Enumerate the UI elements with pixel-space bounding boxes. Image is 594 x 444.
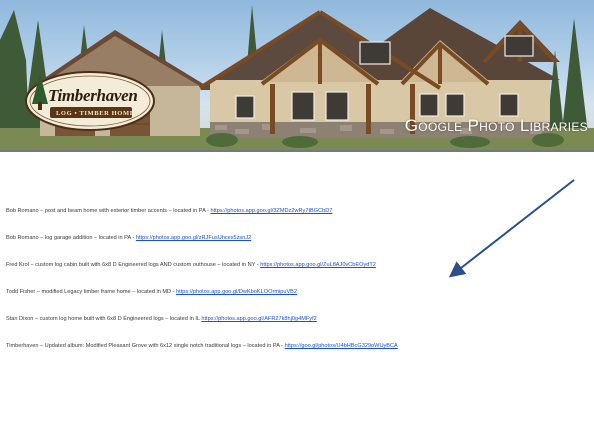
timberhaven-logo: Timberhaven LOG • TIMBER HOMES	[24, 70, 156, 132]
logo-subtitle: LOG • TIMBER HOMES	[56, 110, 139, 117]
list-item: Timberhaven – Updated album: Modified Pl…	[6, 343, 398, 349]
item-description: Stan Dixon – custom log home built with …	[6, 316, 202, 322]
photo-album-link[interactable]: https://photos.app.goo.gl/DwKboKLOOrmipu…	[176, 289, 297, 295]
item-description: Bob Romano – post and beam home with ext…	[6, 208, 211, 214]
list-item: Fred Krol – custom log cabin built with …	[6, 262, 376, 268]
photo-album-link[interactable]: https://goo.gl/photos/U4bHBcG329oWUyBCA	[285, 343, 398, 349]
slide-title: Google Photo Libraries	[404, 116, 588, 135]
photo-album-link[interactable]: https://photos.app.goo.gl/zRJFusUhcex5zs…	[136, 235, 251, 241]
list-item: Bob Romano – log garage addition – locat…	[6, 235, 251, 241]
list-item: Bob Romano – post and beam home with ext…	[6, 208, 332, 214]
photo-album-link[interactable]: https://photos.app.goo.gl/ZuL8AJ0vCbEOyd…	[260, 262, 376, 268]
item-description: Bob Romano – log garage addition – locat…	[6, 235, 136, 241]
list-item: Stan Dixon – custom log home built with …	[6, 316, 317, 322]
arrow-line	[448, 179, 575, 278]
header-banner: Timberhaven LOG • TIMBER HOMES Google Ph…	[0, 0, 594, 150]
list-item: Todd Fisher – modified Legacy timber fra…	[6, 289, 297, 295]
logo-name: Timberhaven	[48, 86, 138, 105]
item-description: Fred Krol – custom log cabin built with …	[6, 262, 261, 268]
photo-album-link[interactable]: https://photos.app.goo.gl/AFR27k8hj0g4MF…	[201, 316, 316, 322]
header-divider	[0, 150, 594, 152]
item-description: Timberhaven – Updated album: Modified Pl…	[6, 343, 285, 349]
item-description: Todd Fisher – modified Legacy timber fra…	[6, 289, 177, 295]
slide: Timberhaven LOG • TIMBER HOMES Google Ph…	[0, 0, 594, 444]
photo-album-link[interactable]: https://photos.app.goo.gl/3ZMDz2wRy7tBGC…	[211, 208, 333, 214]
